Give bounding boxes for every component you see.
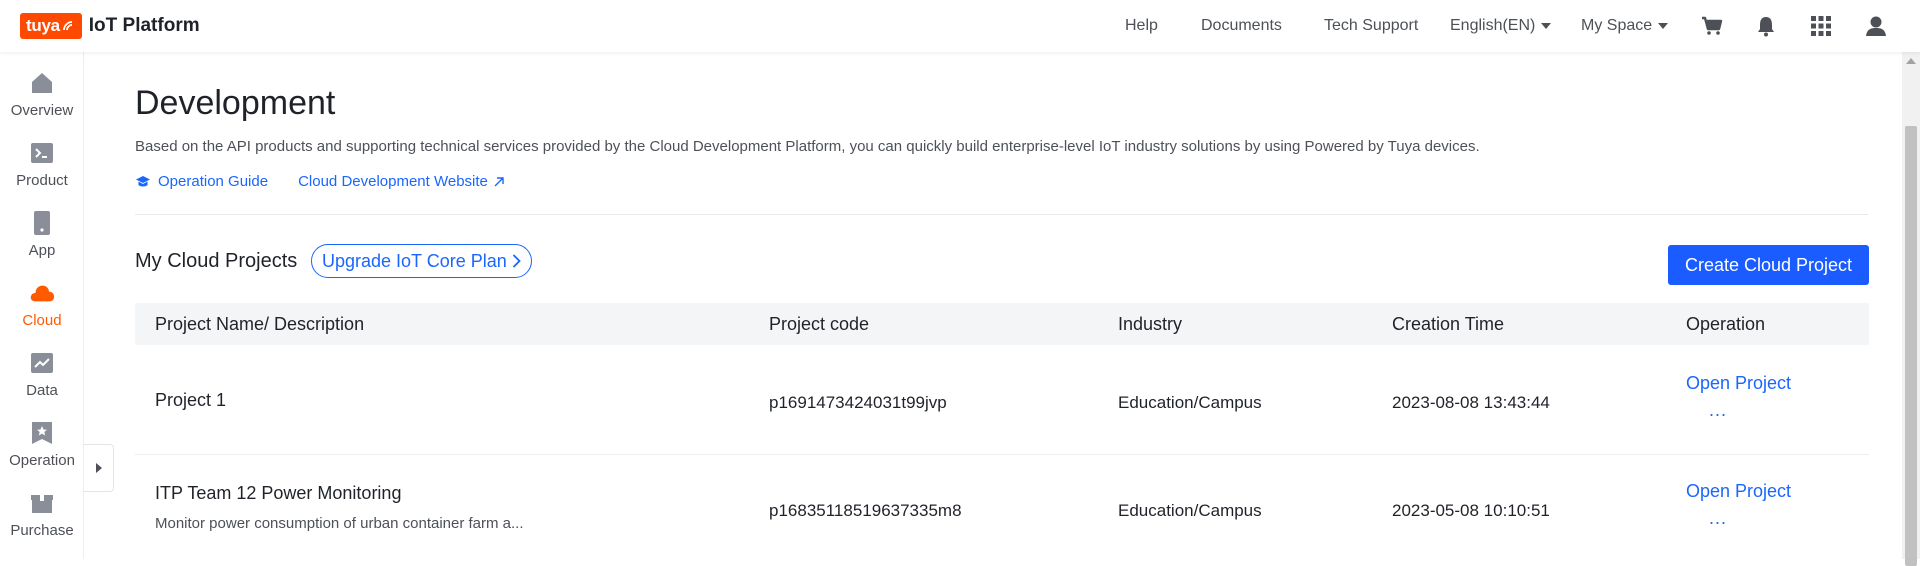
apps-grid-icon[interactable] bbox=[1809, 14, 1833, 38]
table-row: ITP Team 12 Power Monitoring Monitor pow… bbox=[135, 455, 1869, 565]
tech-support-link[interactable]: Tech Support bbox=[1324, 17, 1418, 35]
section-title: My Cloud Projects bbox=[135, 250, 298, 272]
sidebar-item-label: Data bbox=[26, 382, 58, 399]
bookmark-star-icon bbox=[29, 420, 55, 446]
bell-icon[interactable] bbox=[1754, 14, 1778, 38]
open-project-link[interactable]: Open Project bbox=[1686, 481, 1791, 502]
space-dropdown[interactable]: My Space bbox=[1581, 17, 1669, 35]
page-scrollbar[interactable] bbox=[1902, 52, 1920, 566]
sidebar-item-label: Purchase bbox=[10, 522, 74, 539]
upgrade-plan-label: Upgrade IoT Core Plan bbox=[322, 250, 507, 271]
chart-icon bbox=[29, 350, 55, 376]
sidebar-item-label: App bbox=[28, 242, 56, 259]
operation-guide-label: Operation Guide bbox=[158, 173, 269, 190]
project-name: ITP Team 12 Power Monitoring bbox=[155, 483, 402, 503]
logo-badge: tuya bbox=[20, 13, 82, 39]
logo-text: IoT Platform bbox=[88, 15, 200, 36]
sidebar-item-data[interactable]: Data bbox=[0, 350, 84, 416]
sidebar-item-cloud[interactable]: Cloud bbox=[0, 280, 84, 346]
left-sidebar: Overview Product App Cloud Data Operatio… bbox=[0, 52, 84, 559]
table-row: Project 1 p1691473424031t99jvp Education… bbox=[135, 345, 1869, 455]
chevron-down-icon bbox=[1658, 23, 1669, 29]
column-header: Project code bbox=[769, 314, 870, 334]
external-link-icon bbox=[494, 176, 504, 186]
top-header: tuya IoT Platform Help Documents Tech Su… bbox=[0, 0, 1920, 52]
sidebar-item-label: Operation bbox=[9, 452, 75, 469]
sidebar-item-operation[interactable]: Operation bbox=[0, 420, 84, 486]
sidebar-item-label: Product bbox=[16, 172, 68, 189]
user-icon[interactable] bbox=[1864, 14, 1888, 38]
logo-badge-text: tuya bbox=[26, 16, 60, 35]
sidebar-item-overview[interactable]: Overview bbox=[0, 70, 84, 136]
chevron-right-icon bbox=[512, 254, 521, 268]
table-header: Project Name/ Description Project code I… bbox=[135, 303, 1869, 345]
language-label: English(EN) bbox=[1450, 17, 1536, 34]
box-icon bbox=[29, 490, 55, 516]
create-cloud-project-button[interactable]: Create Cloud Project bbox=[1668, 245, 1869, 285]
column-header: Project Name/ Description bbox=[155, 314, 365, 334]
terminal-icon bbox=[29, 140, 55, 166]
project-creation-time: 2023-08-08 13:43:44 bbox=[1392, 393, 1550, 412]
scrollbar-thumb[interactable] bbox=[1905, 126, 1917, 566]
page-title: Development bbox=[135, 84, 336, 122]
sidebar-collapse-button[interactable] bbox=[84, 444, 114, 492]
project-description: Monitor power consumption of urban conta… bbox=[155, 515, 524, 532]
column-header: Industry bbox=[1118, 314, 1183, 334]
project-code: p16835118519637335m8 bbox=[769, 501, 962, 520]
project-creation-time: 2023-05-08 10:10:51 bbox=[1392, 501, 1550, 520]
cloud-dev-website-link[interactable]: Cloud Development Website bbox=[298, 173, 505, 190]
open-project-link[interactable]: Open Project bbox=[1686, 373, 1791, 394]
home-icon bbox=[29, 70, 55, 96]
sidebar-item-purchase[interactable]: Purchase bbox=[0, 490, 84, 556]
column-header: Operation bbox=[1686, 314, 1766, 334]
upgrade-plan-button[interactable]: Upgrade IoT Core Plan bbox=[311, 244, 532, 278]
help-link[interactable]: Help bbox=[1125, 17, 1158, 35]
cloud-dev-website-label: Cloud Development Website bbox=[298, 173, 488, 190]
tuya-logo[interactable]: tuya IoT Platform bbox=[20, 13, 200, 39]
column-header: Creation Time bbox=[1392, 314, 1505, 334]
scroll-up-arrow-icon[interactable] bbox=[1906, 58, 1916, 64]
wifi-icon bbox=[62, 21, 72, 31]
caret-right-icon bbox=[95, 463, 102, 473]
project-name: Project 1 bbox=[155, 390, 227, 410]
sidebar-item-product[interactable]: Product bbox=[0, 140, 84, 206]
page-description: Based on the API products and supporting… bbox=[135, 138, 1480, 155]
graduation-cap-icon bbox=[136, 175, 150, 186]
project-code: p1691473424031t99jvp bbox=[769, 393, 947, 412]
chevron-down-icon bbox=[1541, 23, 1552, 29]
operation-guide-link[interactable]: Operation Guide bbox=[135, 173, 268, 190]
sidebar-item-app[interactable]: App bbox=[0, 210, 84, 276]
more-options-button[interactable]: ... bbox=[1709, 400, 1727, 421]
space-label: My Space bbox=[1581, 17, 1653, 34]
language-dropdown[interactable]: English(EN) bbox=[1450, 17, 1552, 35]
sidebar-item-label: Cloud bbox=[22, 312, 62, 329]
sidebar-item-label: Overview bbox=[10, 102, 74, 119]
cloud-icon bbox=[29, 280, 55, 306]
project-industry: Education/Campus bbox=[1118, 393, 1262, 412]
more-options-button[interactable]: ... bbox=[1709, 508, 1727, 529]
cart-icon[interactable] bbox=[1700, 14, 1724, 38]
project-industry: Education/Campus bbox=[1118, 501, 1262, 520]
documents-link[interactable]: Documents bbox=[1201, 17, 1282, 35]
help-links: Operation Guide Cloud Development Websit… bbox=[135, 173, 505, 190]
phone-icon bbox=[29, 210, 55, 236]
section-divider bbox=[135, 214, 1868, 215]
